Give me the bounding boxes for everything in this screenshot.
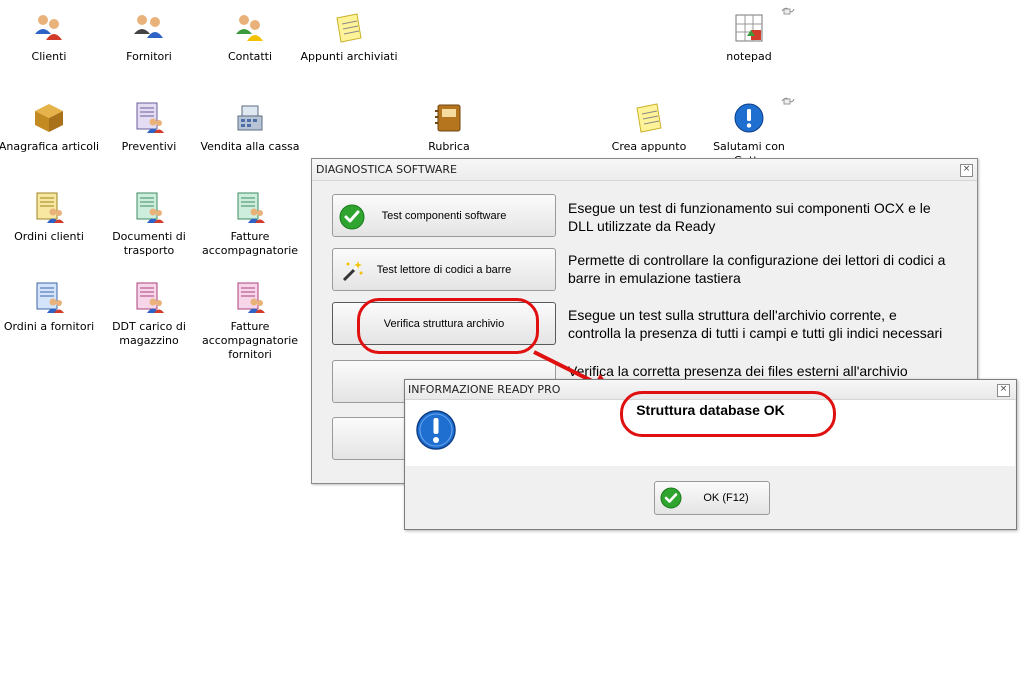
desktop-icon-appunti-archiviati[interactable]: Appunti archiviati [294,12,404,64]
magic-wand-icon [339,258,365,284]
item-description: Esegue un test di funzionamento sui comp… [568,200,931,234]
desktop-icon-label: notepad [726,50,772,63]
desktop-icon-rubrica[interactable]: Rubrica [394,102,504,154]
desktop-icon-label: Ordini a fornitori [3,320,95,333]
document-people-icon [133,102,165,134]
desktop-icon-fornitori[interactable]: Fornitori [94,12,204,64]
desktop-icon-label: Rubrica [428,140,470,153]
shortcut-pin-icon [781,6,795,16]
desktop-icon-crea-appunto[interactable]: Crea appunto [594,102,704,154]
info-icon [733,102,765,134]
desktop-icon-label: Fatture accompagnatorie [201,230,299,257]
desktop-icon-label: Contatti [227,50,273,63]
desktop-icon-label: Vendita alla cassa [200,140,300,153]
item-description: Verifica la corretta presenza dei files … [568,363,908,379]
desktop-icon-label: DDT carico di magazzino [112,320,186,347]
desktop-icon-clienti[interactable]: Clienti [0,12,104,64]
cash-register-icon [234,102,266,134]
item-description: Esegue un test sulla struttura dell'arch… [568,307,943,341]
desktop-icon-ordini-fornitori[interactable]: Ordini a fornitori [0,282,104,334]
desktop-icon-label: Crea appunto [611,140,687,153]
desktop-icon-contatti[interactable]: Contatti [195,12,305,64]
dialog-title: DIAGNOSTICA SOFTWARE [312,159,977,181]
desktop-icon-label: Documenti di trasporto [112,230,186,257]
close-button[interactable]: × [997,384,1010,397]
button-label: Test lettore di codici a barre [376,263,512,276]
desktop-icon-vendita-cassa[interactable]: Vendita alla cassa [195,102,305,154]
button-label: Test componenti software [381,209,507,222]
notes-icon [333,12,365,44]
document-people-icon [133,192,165,224]
check-icon [339,204,365,230]
desktop-icon-ddt-carico[interactable]: DDT carico di magazzino [94,282,204,348]
contacts-icon [234,12,266,44]
desktop-icon-label: Fornitori [126,50,172,63]
desktop-icon-fatture-fornitori[interactable]: Fatture accompagnatorie fornitori [195,282,305,362]
desktop-icon-fatture-accompagnatorie[interactable]: Fatture accompagnatorie [195,192,305,258]
address-book-icon [433,102,465,134]
ok-button[interactable]: OK (F12) [654,481,770,515]
boxes-icon [33,102,65,134]
test-lettore-button[interactable]: Test lettore di codici a barre [332,248,556,291]
document-people-icon [33,192,65,224]
desktop-icon-preventivi[interactable]: Preventivi [94,102,204,154]
desktop-icon-anagrafica-articoli[interactable]: Anagrafica articoli [0,102,104,154]
ok-button-label: OK (F12) [703,492,749,504]
document-people-icon [234,192,266,224]
people-icon [33,12,65,44]
document-people-icon [234,282,266,314]
suppliers-icon [133,12,165,44]
desktop-icon-label: Fatture accompagnatorie fornitori [201,320,299,361]
shortcut-pin-icon [781,96,795,106]
desktop-icon-label: Clienti [31,50,67,63]
desktop-icon-ordini-clienti[interactable]: Ordini clienti [0,192,104,244]
notepad-icon [733,12,765,44]
item-description: Permette di controllare la configurazion… [568,252,946,286]
desktop-icon-label: Anagrafica articoli [0,140,100,153]
document-people-icon [33,282,65,314]
desktop-icon-documenti-trasporto[interactable]: Documenti di trasporto [94,192,204,258]
desktop-icon-label: Ordini clienti [14,230,84,243]
desktop-icon-label: Appunti archiviati [300,50,398,63]
test-componenti-button[interactable]: Test componenti software [332,194,556,237]
desktop-icon-notepad[interactable]: notepad [694,12,804,64]
highlight-callout [357,298,539,354]
message-callout [620,391,836,437]
note-icon [633,102,665,134]
close-button[interactable]: × [960,164,973,177]
desktop-icon-label: Preventivi [121,140,177,153]
document-people-icon [133,282,165,314]
